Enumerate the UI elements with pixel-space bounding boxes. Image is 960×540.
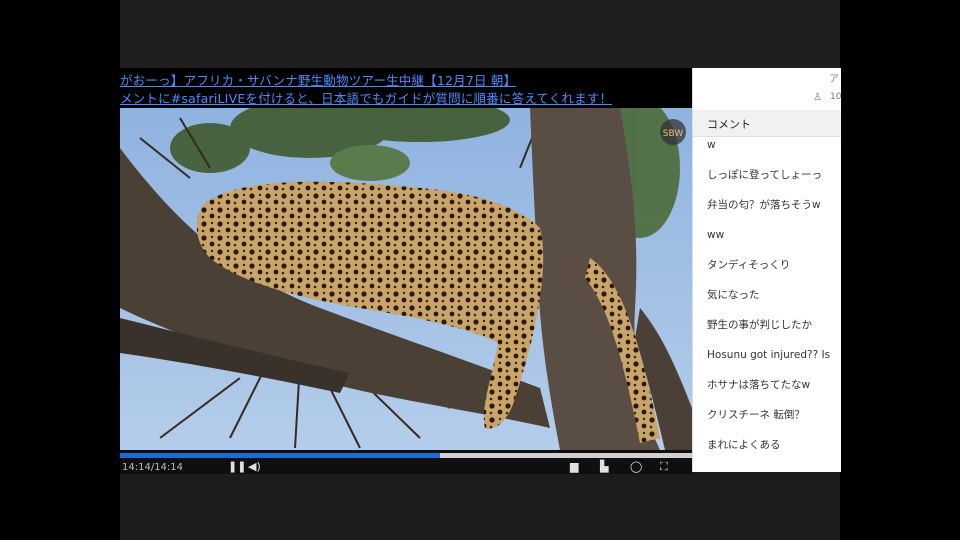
stream-title-line-2[interactable]: メントに#safariLIVEを付けると、日本語でもガイドが質問に順番に答えてく… — [120, 88, 612, 107]
letterbox-right — [840, 0, 960, 540]
comment-row[interactable]: 気になった — [693, 284, 841, 314]
time-display: 14:14/14:14 — [122, 462, 184, 473]
comment-row[interactable]: ww — [693, 224, 841, 254]
comment-row[interactable]: w — [693, 134, 841, 164]
player-controls: 14:14/14:14 ❚❚ ◀) ▆ ▙ ◯ ⛶ — [120, 450, 692, 474]
settings-icon[interactable]: ▆ — [570, 461, 578, 473]
progress-bar[interactable] — [120, 453, 692, 458]
video-player[interactable]: SBW — [120, 108, 692, 450]
comment-row[interactable]: しっぽに登ってしょーっ — [693, 164, 841, 194]
loop-icon[interactable]: ◯ — [630, 461, 642, 473]
comment-list[interactable]: w しっぽに登ってしょーっ 弁当の匂？が落ちそうw ww タンディそっくり 気になった 野生… — [693, 134, 841, 464]
progress-fill — [120, 453, 441, 458]
volume-icon[interactable]: ◀) — [248, 461, 261, 473]
comment-row[interactable]: 弁当の匂？が落ちそうw — [693, 194, 841, 224]
screen: がおーっ】アフリカ・サバンナ野生動物ツアー生中継【12月7日 朝】 メントに#s… — [120, 0, 841, 540]
stream-title-banner[interactable]: がおーっ】アフリカ・サバンナ野生動物ツアー生中継【12月7日 朝】 メントに#s… — [120, 68, 692, 108]
letterbox-left — [0, 0, 120, 540]
panel-corner-label[interactable]: ア — [829, 70, 839, 85]
top-bar — [120, 0, 840, 68]
comment-row[interactable]: Hosunu got injured?? Is — [693, 344, 841, 374]
comment-row[interactable]: まれによくある — [693, 434, 841, 464]
leopard-in-tree-scene: SBW — [120, 108, 692, 450]
comment-row[interactable]: 野生の事が判じしたか — [693, 314, 841, 344]
comment-toggle-icon[interactable]: ▙ — [600, 461, 608, 473]
bottom-bar — [120, 474, 840, 540]
comment-panel-header: コメント — [693, 110, 841, 137]
comment-row[interactable]: クリスチーネ 転倒？ — [693, 404, 841, 434]
viewer-count: 10 — [830, 92, 841, 102]
comment-panel-toolbar: ア ♙ 10 — [693, 68, 841, 111]
comment-panel: ア ♙ 10 コメント w しっぽに登ってしょーっ 弁当の匂？が落ちそうw ww タンデ… — [692, 68, 841, 472]
fullscreen-icon[interactable]: ⛶ — [660, 461, 668, 473]
watermark-text: SBW — [663, 129, 684, 139]
comment-row[interactable]: ホサナは落ちてたなw — [693, 374, 841, 404]
stream-title-line-1[interactable]: がおーっ】アフリカ・サバンナ野生動物ツアー生中継【12月7日 朝】 — [120, 70, 516, 89]
pause-icon[interactable]: ❚❚ — [228, 461, 246, 473]
person-icon: ♙ — [813, 92, 822, 103]
comment-row[interactable]: タンディそっくり — [693, 254, 841, 284]
comment-header-label: コメント — [707, 118, 751, 131]
